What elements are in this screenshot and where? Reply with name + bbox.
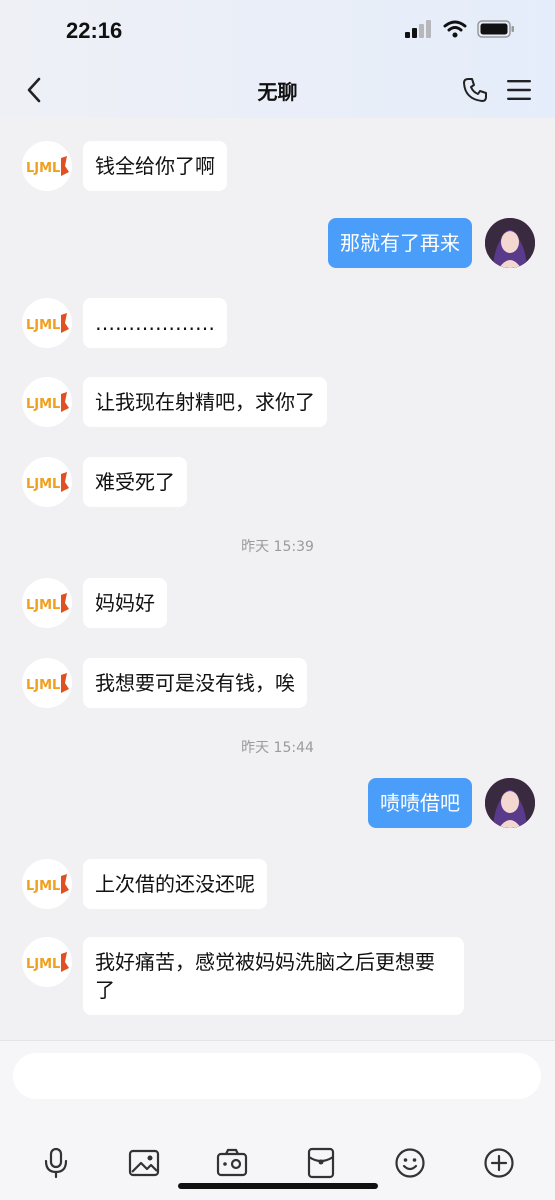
image-icon xyxy=(128,1149,160,1177)
chat-area[interactable]: LJML 钱全给你了啊 那就有了再来 LJML ……………… LJML 让我现在… xyxy=(0,118,555,1038)
status-icons xyxy=(405,20,515,42)
svg-text:LJML: LJML xyxy=(26,318,60,333)
svg-text:LJML: LJML xyxy=(26,397,60,412)
svg-text:LJML: LJML xyxy=(26,477,60,492)
ljml-logo-icon: LJML xyxy=(26,874,69,894)
emoji-icon xyxy=(395,1148,425,1178)
contact-avatar[interactable]: LJML xyxy=(22,937,72,987)
photo-button[interactable] xyxy=(124,1143,164,1183)
my-avatar[interactable] xyxy=(485,218,535,268)
hamburger-menu-icon xyxy=(507,80,531,100)
call-button[interactable] xyxy=(459,74,491,106)
contact-avatar[interactable]: LJML xyxy=(22,859,72,909)
ljml-logo-icon: LJML xyxy=(26,313,69,333)
contact-avatar[interactable]: LJML xyxy=(22,141,72,191)
red-packet-icon xyxy=(307,1147,335,1179)
camera-icon xyxy=(216,1148,248,1177)
message-bubble[interactable]: 钱全给你了啊 xyxy=(83,141,227,191)
ljml-logo-icon: LJML xyxy=(26,593,69,613)
status-bar: 22:16 xyxy=(0,0,555,62)
status-time: 22:16 xyxy=(66,18,123,43)
svg-text:LJML: LJML xyxy=(26,678,60,693)
svg-text:LJML: LJML xyxy=(26,879,60,894)
nav-bar: 无聊 xyxy=(0,62,555,118)
more-button[interactable] xyxy=(479,1143,519,1183)
svg-text:LJML: LJML xyxy=(26,598,60,613)
message-bubble[interactable]: 妈妈好 xyxy=(83,578,167,628)
home-indicator[interactable] xyxy=(178,1183,378,1189)
camera-button[interactable] xyxy=(212,1143,252,1183)
menu-button[interactable] xyxy=(503,74,535,106)
ljml-logo-icon: LJML xyxy=(26,952,69,972)
user-avatar-image xyxy=(485,778,535,828)
contact-avatar[interactable]: LJML xyxy=(22,658,72,708)
message-bubble[interactable]: 上次借的还没还呢 xyxy=(83,859,267,909)
message-bubble[interactable]: 啧啧借吧 xyxy=(368,778,472,828)
message-bubble[interactable]: 我想要可是没有钱，唉 xyxy=(83,658,307,708)
message-bubble[interactable]: 难受死了 xyxy=(83,457,187,507)
my-avatar[interactable] xyxy=(485,778,535,828)
battery-icon xyxy=(477,20,515,42)
svg-text:LJML: LJML xyxy=(26,161,60,176)
microphone-icon xyxy=(44,1147,68,1179)
timestamp: 昨天 15:39 xyxy=(241,539,314,555)
voice-button[interactable] xyxy=(36,1143,76,1183)
cellular-signal-icon xyxy=(405,20,433,42)
timestamp: 昨天 15:44 xyxy=(241,740,314,756)
message-bubble[interactable]: 我好痛苦，感觉被妈妈洗脑之后更想要了 xyxy=(83,937,464,1015)
ljml-logo-icon: LJML xyxy=(26,156,69,176)
red-packet-button[interactable] xyxy=(301,1143,341,1183)
contact-avatar[interactable]: LJML xyxy=(22,457,72,507)
message-bubble[interactable]: 让我现在射精吧，求你了 xyxy=(83,377,327,427)
message-input[interactable] xyxy=(13,1053,541,1099)
contact-avatar[interactable]: LJML xyxy=(22,377,72,427)
ljml-logo-icon: LJML xyxy=(26,392,69,412)
phone-icon xyxy=(463,78,487,102)
ljml-logo-icon: LJML xyxy=(26,472,69,492)
message-bubble[interactable]: 那就有了再来 xyxy=(328,218,472,268)
message-bubble[interactable]: ……………… xyxy=(83,298,227,348)
composer xyxy=(0,1040,555,1200)
svg-text:LJML: LJML xyxy=(26,957,60,972)
ljml-logo-icon: LJML xyxy=(26,673,69,693)
plus-icon xyxy=(484,1148,514,1178)
wifi-icon xyxy=(443,20,467,42)
contact-avatar[interactable]: LJML xyxy=(22,298,72,348)
emoji-button[interactable] xyxy=(390,1143,430,1183)
contact-avatar[interactable]: LJML xyxy=(22,578,72,628)
user-avatar-image xyxy=(485,218,535,268)
